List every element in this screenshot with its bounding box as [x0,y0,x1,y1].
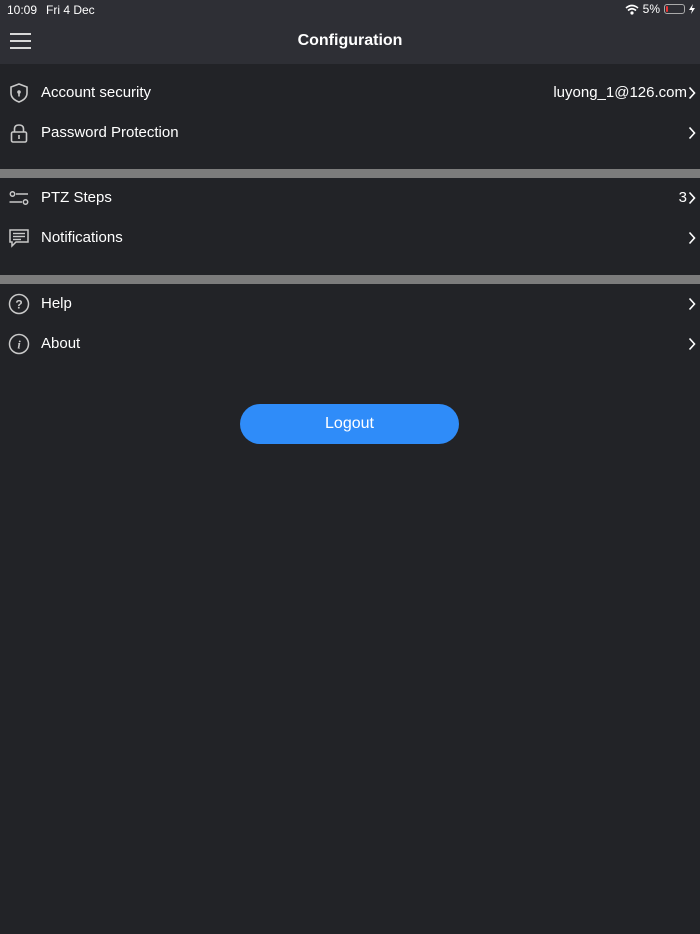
settings-row-label: Help [41,295,72,312]
status-right: 5% [625,2,695,16]
page-title: Configuration [297,32,403,49]
section-divider [0,275,700,284]
battery-icon [664,4,685,14]
svg-text:?: ? [15,298,22,312]
settings-row-label: PTZ Steps [41,189,112,206]
sliders-icon [9,191,29,205]
ptz-steps-value: 3 [678,189,687,206]
status-time: 10:09 [7,3,38,17]
settings-group-account: Account security luyong_1@126.com Passwo… [0,73,700,153]
chevron-right-icon [688,126,696,140]
section-divider [0,169,700,178]
nav-bar: Configuration [0,20,700,64]
svg-text:i: i [17,338,21,352]
chevron-right-icon [688,297,696,311]
chevron-right-icon [688,191,696,205]
chevron-right-icon [688,337,696,351]
charging-bolt-icon [689,4,695,14]
settings-row-label: Account security [41,84,152,101]
account-email-value: luyong_1@126.com [553,84,687,101]
wifi-icon [625,4,639,15]
logout-button[interactable]: Logout [240,404,459,444]
settings-row-label: Notifications [41,229,123,246]
chevron-right-icon [688,86,696,100]
battery-percent: 5% [642,2,660,16]
settings-row-password-protection[interactable]: Password Protection [0,113,700,153]
settings-row-label: Password Protection [41,124,179,141]
lock-icon [10,124,28,143]
shield-icon [10,83,28,103]
settings-row-ptz-steps[interactable]: PTZ Steps 3 [0,178,700,218]
status-bar: 10:09 Fri 4 Dec 5% [0,0,700,20]
chevron-right-icon [688,231,696,245]
settings-row-notifications[interactable]: Notifications [0,218,700,258]
settings-group-device: PTZ Steps 3 Notifications [0,178,700,258]
message-icon [9,229,29,248]
help-icon: ? [8,293,30,315]
status-date: Fri 4 Dec [46,3,95,17]
settings-row-help[interactable]: ? Help [0,284,700,324]
settings-row-account-security[interactable]: Account security luyong_1@126.com [0,73,700,113]
settings-group-support: ? Help i About [0,284,700,364]
info-icon: i [8,333,30,355]
settings-row-about[interactable]: i About [0,324,700,364]
settings-row-label: About [41,335,81,352]
